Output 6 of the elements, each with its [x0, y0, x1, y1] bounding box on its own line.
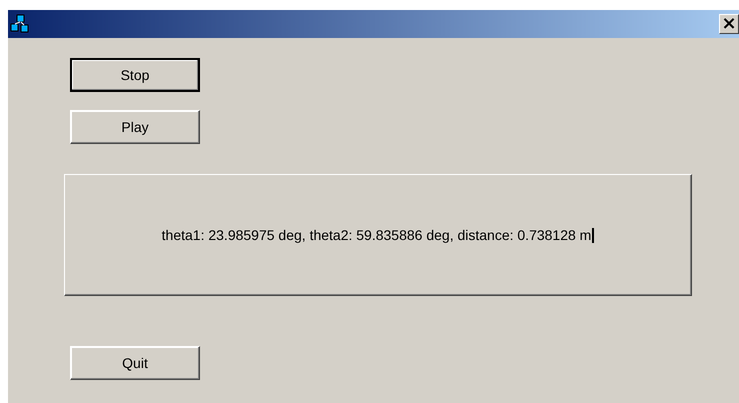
- push-button[interactable]: Play: [70, 110, 200, 144]
- readout-text: theta1: 23.985975 deg, theta2: 59.835886 deg, distance: 0.738128 m: [162, 227, 592, 243]
- push-button[interactable]: Stop: [70, 58, 200, 92]
- close-button[interactable]: ×: [719, 14, 739, 34]
- quit-button[interactable]: Quit: [70, 346, 200, 380]
- app-icon: [10, 14, 30, 34]
